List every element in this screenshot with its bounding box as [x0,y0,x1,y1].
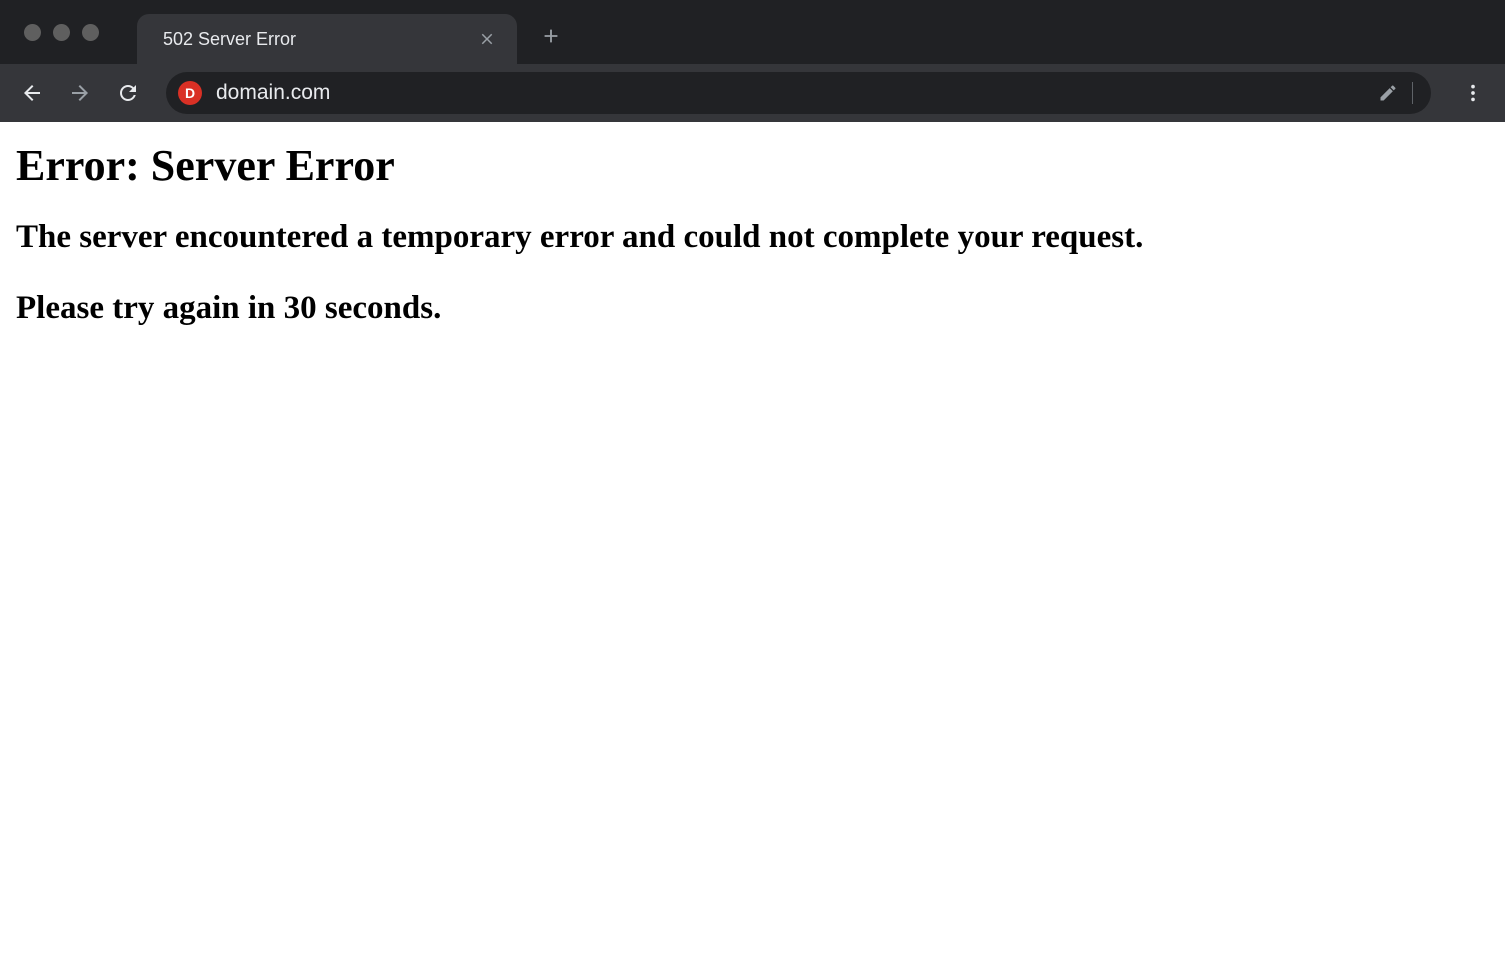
error-message-line-2: Please try again in 30 seconds. [16,290,1489,327]
kebab-icon [1462,82,1484,104]
address-bar[interactable]: D domain.com [166,72,1431,114]
site-favicon: D [178,81,202,105]
arrow-left-icon [20,81,44,105]
minimize-window-button[interactable] [53,24,70,41]
plus-icon [540,25,562,47]
url-text: domain.com [216,81,1378,105]
pencil-icon [1378,83,1398,103]
window-controls [12,24,113,41]
close-icon [478,30,496,48]
tab-strip: 502 Server Error [0,0,1505,64]
edit-url-button[interactable] [1378,83,1398,103]
address-bar-actions [1378,82,1423,104]
browser-toolbar: D domain.com [0,64,1505,122]
new-tab-button[interactable] [535,20,567,52]
page-body: Error: Server Error The server encounter… [0,122,1505,379]
reload-icon [116,81,140,105]
forward-button[interactable] [60,73,100,113]
error-heading: Error: Server Error [16,140,1489,191]
close-window-button[interactable] [24,24,41,41]
close-tab-button[interactable] [475,27,499,51]
back-button[interactable] [12,73,52,113]
reload-button[interactable] [108,73,148,113]
browser-menu-button[interactable] [1453,73,1493,113]
divider [1412,82,1413,104]
arrow-right-icon [68,81,92,105]
site-favicon-letter: D [185,85,195,101]
error-message-line-1: The server encountered a temporary error… [16,219,1489,256]
browser-tab[interactable]: 502 Server Error [137,14,517,64]
tab-title: 502 Server Error [163,29,296,50]
maximize-window-button[interactable] [82,24,99,41]
browser-chrome: 502 Server Error [0,0,1505,122]
